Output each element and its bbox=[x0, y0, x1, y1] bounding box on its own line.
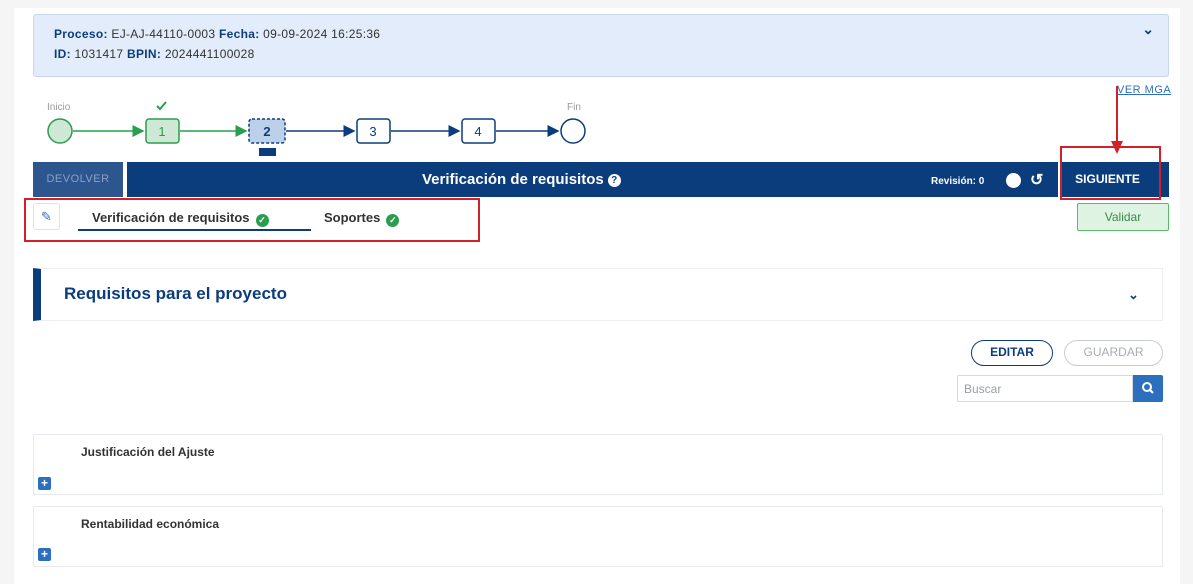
flow-current-step-indicator bbox=[259, 148, 276, 156]
card-justificacion-title: Justificación del Ajuste bbox=[81, 445, 215, 459]
flow-end-node bbox=[560, 118, 586, 144]
revision-counter: Revisión: 0 bbox=[931, 176, 985, 187]
card-rentabilidad-title: Rentabilidad económica bbox=[81, 517, 220, 531]
card-justificacion bbox=[33, 434, 1163, 495]
section-chevron-down-icon[interactable]: ⌄ bbox=[1128, 287, 1139, 303]
search-input[interactable] bbox=[957, 375, 1133, 402]
card-rentabilidad bbox=[33, 506, 1163, 567]
devolver-button[interactable]: DEVOLVER bbox=[33, 162, 123, 197]
guardar-button[interactable]: GUARDAR bbox=[1064, 340, 1163, 366]
workflow-diagram: 1 2 3 4 bbox=[47, 101, 586, 156]
flow-step-2-label: 2 bbox=[263, 124, 270, 139]
section-title: Requisitos para el proyecto bbox=[64, 284, 287, 303]
red-highlight-siguiente bbox=[1060, 146, 1161, 200]
flow-step-1-check-icon bbox=[156, 101, 167, 111]
revision-chart-icon[interactable] bbox=[1006, 173, 1021, 188]
editar-button[interactable]: EDITAR bbox=[971, 340, 1053, 366]
flow-step-1-label: 1 bbox=[158, 124, 165, 139]
history-icon[interactable]: ↺ bbox=[1030, 170, 1043, 190]
expand-plus-icon[interactable]: + bbox=[38, 477, 51, 490]
step-title-text: Verificación de requisitos bbox=[422, 171, 604, 188]
flow-step-3-label: 3 bbox=[369, 124, 376, 139]
step-title: Verificación de requisitos? bbox=[422, 171, 621, 188]
flow-start-node bbox=[47, 118, 73, 144]
search-icon bbox=[1142, 382, 1154, 394]
search-button[interactable] bbox=[1133, 375, 1163, 402]
flow-step-4-label: 4 bbox=[474, 124, 481, 139]
help-icon[interactable]: ? bbox=[607, 174, 621, 187]
expand-plus-icon[interactable]: + bbox=[38, 548, 51, 561]
red-highlight-tabs bbox=[24, 198, 480, 242]
validar-button[interactable]: Validar bbox=[1077, 203, 1169, 231]
header-divider bbox=[123, 162, 127, 197]
flow-start-label: Inicio bbox=[47, 102, 71, 113]
flow-end-label: Fin bbox=[567, 102, 581, 113]
